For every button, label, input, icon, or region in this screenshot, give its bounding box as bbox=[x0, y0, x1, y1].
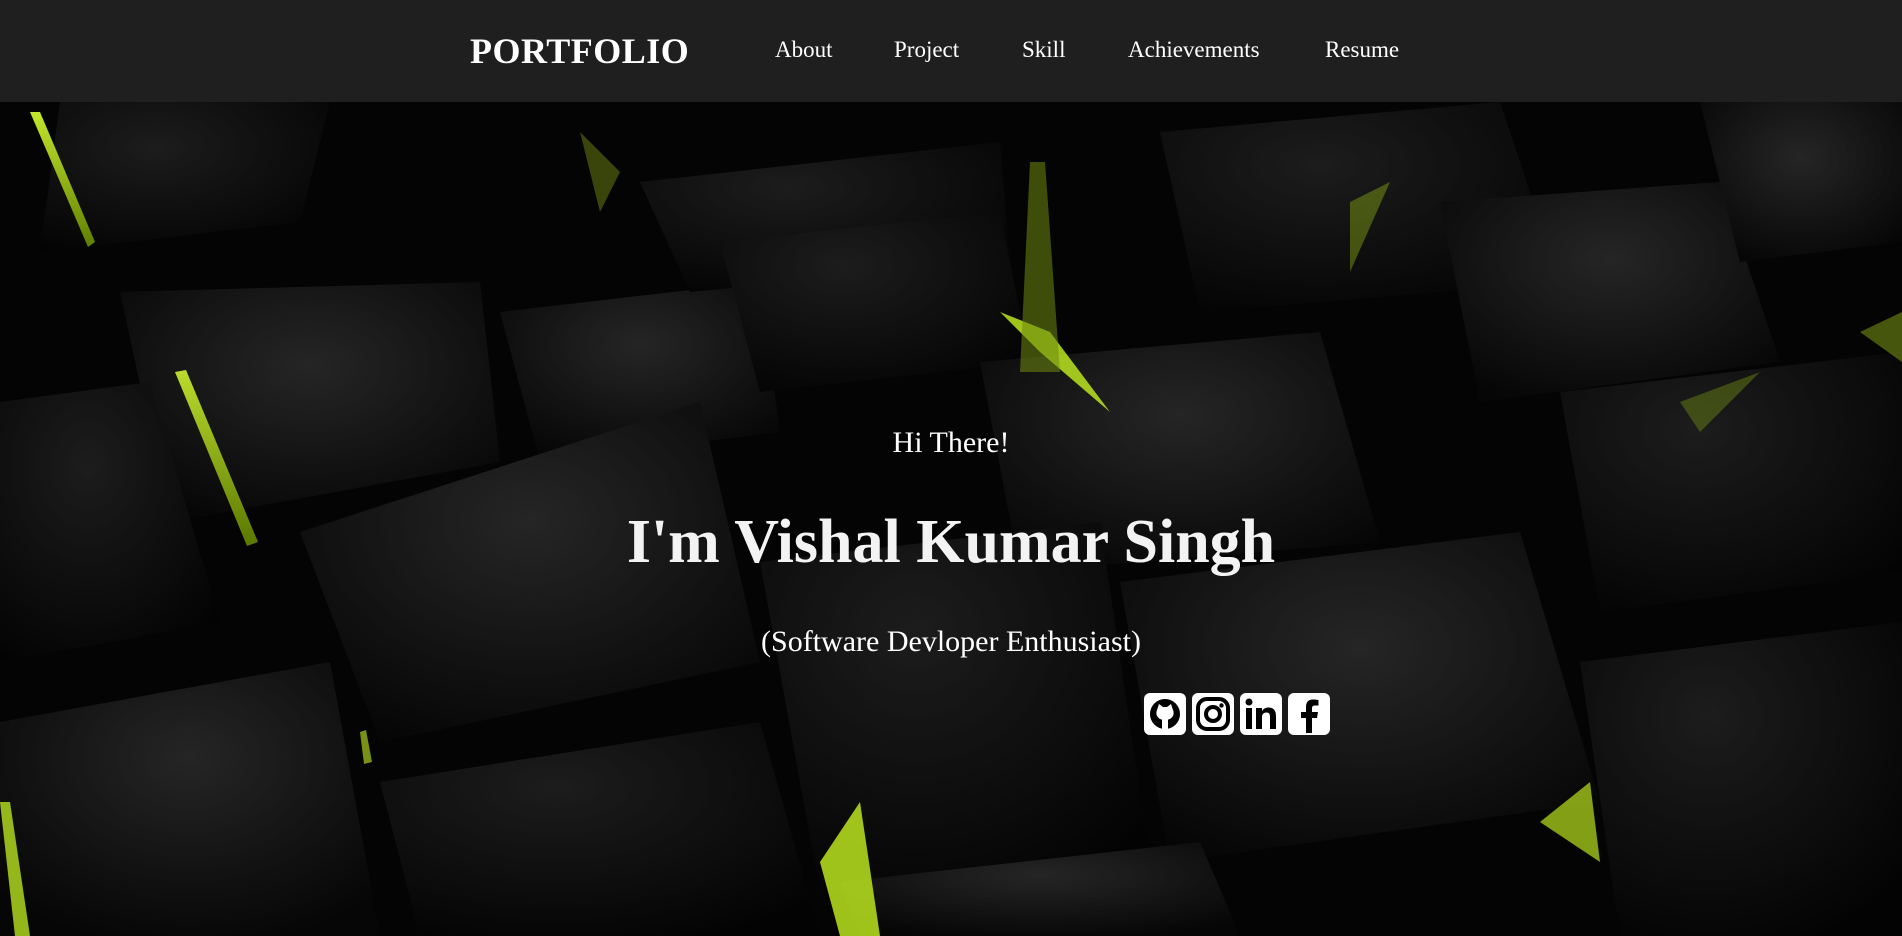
nav-link-resume[interactable]: Resume bbox=[1325, 34, 1399, 66]
hero-section: Hi There! I'm Vishal Kumar Singh (Softwa… bbox=[0, 102, 1902, 936]
linkedin-link[interactable] bbox=[1240, 693, 1282, 735]
github-icon bbox=[1150, 699, 1180, 729]
instagram-link[interactable] bbox=[1192, 693, 1234, 735]
hero-greeting: Hi There! bbox=[892, 426, 1010, 459]
brand-logo[interactable]: PORTFOLIO bbox=[470, 27, 689, 75]
instagram-icon bbox=[1196, 697, 1230, 731]
facebook-link[interactable] bbox=[1288, 693, 1330, 735]
nav-link-project[interactable]: Project bbox=[894, 34, 959, 66]
nav-link-about[interactable]: About bbox=[775, 34, 833, 66]
navbar: PORTFOLIO About Project Skill Achievemen… bbox=[0, 0, 1902, 102]
nav-link-skill[interactable]: Skill bbox=[1022, 34, 1065, 66]
github-link[interactable] bbox=[1144, 693, 1186, 735]
linkedin-icon bbox=[1245, 698, 1276, 729]
facebook-icon bbox=[1301, 699, 1319, 733]
hero-role: (Software Devloper Enthusiast) bbox=[761, 625, 1141, 658]
nav-link-achievements[interactable]: Achievements bbox=[1128, 34, 1260, 66]
hero-name: I'm Vishal Kumar Singh bbox=[626, 508, 1276, 576]
